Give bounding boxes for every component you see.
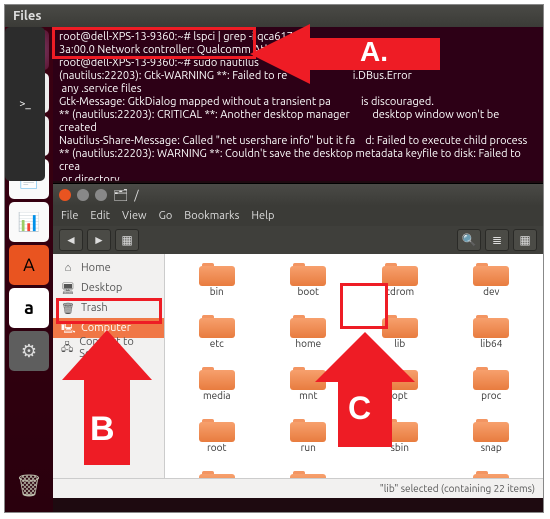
sidebar-item-label: Home — [81, 262, 111, 274]
folder-icon — [290, 468, 326, 478]
sidebar-icon: 🖥 — [61, 282, 75, 295]
view-list-button[interactable]: ≣ — [485, 229, 509, 251]
sidebar-icon: ⌂ — [61, 262, 75, 274]
menu-help[interactable]: Help — [251, 210, 274, 222]
folder-icon — [199, 416, 235, 442]
folder-icon — [199, 312, 235, 338]
unity-launcher: ◌ 🗂 🦊 📄 📊 A a ⚙ >_ 🗑 — [5, 27, 53, 512]
item-label: cdrom — [385, 286, 414, 297]
annotation-arrow-a — [250, 18, 450, 90]
terminal-line: or directory — [59, 174, 537, 181]
item-label: proc — [481, 390, 501, 401]
forward-button[interactable]: ► — [87, 229, 111, 251]
folder-snap[interactable]: snap — [446, 416, 538, 468]
close-icon[interactable] — [59, 189, 71, 201]
search-button[interactable]: 🔍 — [457, 229, 481, 251]
status-bar: "lib" selected (containing 22 items) — [53, 478, 543, 498]
minimize-icon[interactable] — [77, 189, 89, 201]
status-text: "lib" selected (containing 22 items) — [380, 483, 535, 494]
folder-sys[interactable]: sys — [263, 468, 355, 478]
item-label: snap — [481, 442, 502, 453]
item-label: boot — [298, 286, 319, 297]
terminal-line: Gtk-Message: GtkDialog mapped without a … — [59, 96, 537, 109]
folder-icon — [290, 260, 326, 286]
empty-cell — [354, 468, 446, 478]
terminal-line: ** (nautilus:22203): WARNING **: Couldn'… — [59, 148, 537, 174]
sidebar-item-label: Trash — [81, 302, 108, 314]
folder-lib64[interactable]: lib64 — [446, 312, 538, 364]
item-label: media — [203, 390, 231, 401]
sidebar-icon: 🗑 — [61, 302, 75, 315]
path-button[interactable]: ▦ — [115, 229, 139, 251]
annotation-arrow-c — [300, 332, 430, 452]
item-label: root — [207, 442, 226, 453]
item-label: bin — [210, 286, 224, 297]
back-button[interactable]: ◄ — [59, 229, 83, 251]
launcher-trash-icon[interactable]: 🗑 — [9, 466, 49, 506]
menu-bookmarks[interactable]: Bookmarks — [184, 210, 239, 222]
menu-bar: File Edit View Go Bookmarks Help — [53, 206, 543, 226]
sidebar-item-desktop[interactable]: 🖥 Desktop — [53, 278, 164, 298]
sidebar-item-home[interactable]: ⌂ Home — [53, 258, 164, 278]
folder-media[interactable]: media — [171, 364, 263, 416]
topbar-app-title: Files — [13, 9, 41, 23]
sidebar-item-label: Desktop — [81, 282, 122, 294]
folder-etc[interactable]: etc — [171, 312, 263, 364]
menu-file[interactable]: File — [61, 210, 78, 222]
folder-boot[interactable]: boot — [263, 260, 355, 312]
terminal-line: ** (nautilus:22203): CRITICAL **: Anothe… — [59, 109, 537, 135]
folder-srv[interactable]: srv — [171, 468, 263, 478]
folder-proc[interactable]: proc — [446, 364, 538, 416]
folder-icon — [473, 364, 509, 390]
launcher-settings-icon[interactable]: ⚙ — [9, 331, 49, 371]
window-title-icon: 🗂 — [113, 188, 128, 202]
folder-icon — [473, 468, 509, 478]
terminal-line: Nautilus-Share-Message: Called "net user… — [59, 135, 537, 148]
folder-cdrom[interactable]: cdrom — [354, 260, 446, 312]
item-label: dev — [483, 286, 499, 297]
folder-icon — [473, 416, 509, 442]
folder-icon — [199, 468, 235, 478]
folder-dev[interactable]: dev — [446, 260, 538, 312]
launcher-amazon-icon[interactable]: a — [9, 288, 49, 328]
folder-icon — [382, 260, 418, 286]
view-grid-button[interactable]: ▦ — [513, 229, 537, 251]
folder-tmp[interactable]: tmp — [446, 468, 538, 478]
item-label: etc — [210, 338, 224, 349]
launcher-calc-icon[interactable]: 📊 — [9, 202, 49, 242]
item-label: lib64 — [480, 338, 502, 349]
folder-bin[interactable]: bin — [171, 260, 263, 312]
annotation-arrow-b — [52, 330, 162, 470]
launcher-terminal-icon[interactable]: >_ — [5, 27, 45, 181]
sidebar-item-trash[interactable]: 🗑 Trash — [53, 298, 164, 318]
menu-edit[interactable]: Edit — [90, 210, 110, 222]
folder-icon — [199, 364, 235, 390]
folder-root[interactable]: root — [171, 416, 263, 468]
window-title-path: / — [134, 189, 138, 202]
maximize-icon[interactable] — [95, 189, 107, 201]
menu-view[interactable]: View — [122, 210, 147, 222]
menu-go[interactable]: Go — [159, 210, 173, 222]
folder-icon — [473, 260, 509, 286]
folder-icon — [199, 260, 235, 286]
toolbar: ◄ ► ▦ 🔍 ≣ ▦ — [53, 226, 543, 254]
launcher-software-icon[interactable]: A — [9, 245, 49, 285]
window-titlebar[interactable]: 🗂 / — [53, 184, 543, 206]
folder-icon — [473, 312, 509, 338]
